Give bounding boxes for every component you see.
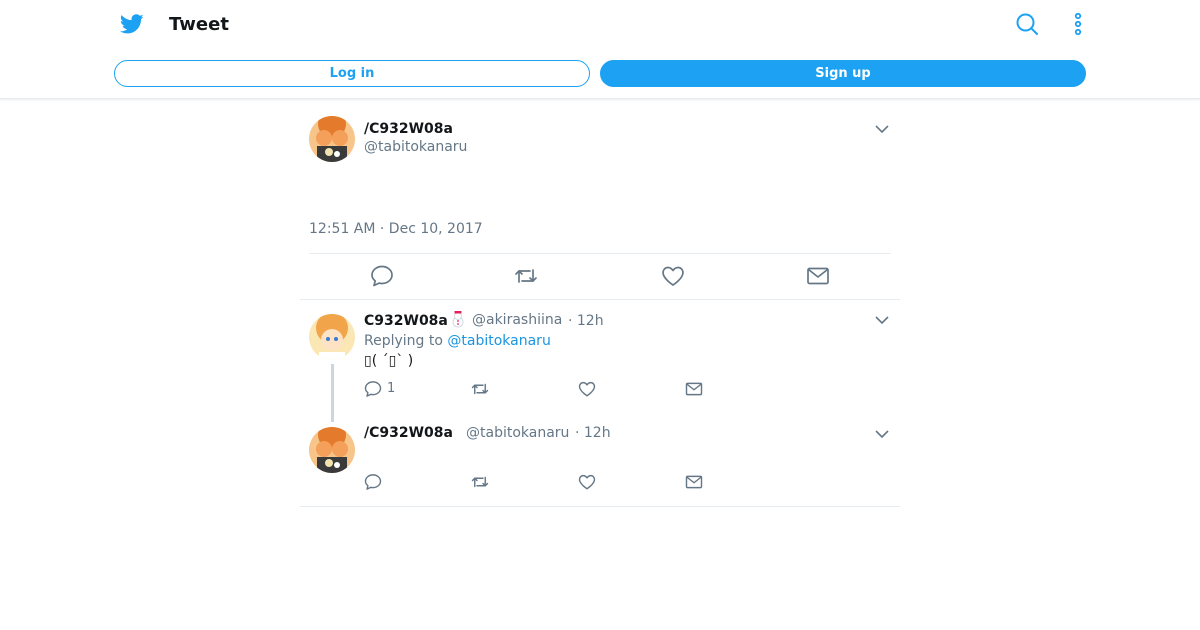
top-bar: Tweet Log in Sign up	[0, 0, 1200, 99]
avatar[interactable]	[309, 314, 355, 360]
divider	[300, 506, 900, 507]
tweet-time[interactable]: · 12h	[575, 424, 611, 442]
divider	[300, 299, 900, 300]
avatar[interactable]	[309, 427, 355, 473]
chevron-down-icon[interactable]	[874, 426, 890, 442]
display-name[interactable]: C932W08a	[364, 312, 448, 330]
like-icon[interactable]	[578, 473, 596, 491]
display-name[interactable]: /C932W08a	[364, 424, 453, 442]
retweet-icon[interactable]	[514, 264, 538, 288]
display-name[interactable]: /C932W08a	[364, 120, 453, 138]
retweet-icon[interactable]	[471, 380, 489, 398]
message-icon[interactable]	[806, 264, 830, 288]
reply-icon[interactable]	[370, 264, 394, 288]
reply-icon[interactable]	[364, 473, 382, 491]
chevron-down-icon[interactable]	[874, 121, 890, 137]
replying-to: Replying to @tabitokanaru	[364, 332, 551, 350]
chevron-down-icon[interactable]	[874, 312, 890, 328]
user-handle[interactable]: @tabitokanaru	[466, 424, 569, 442]
tweet-timestamp[interactable]: 12:51 AM · Dec 10, 2017	[309, 220, 483, 238]
sign-up-button[interactable]: Sign up	[600, 60, 1086, 87]
thread-line	[331, 364, 334, 422]
tweet-time[interactable]: · 12h	[568, 312, 604, 330]
like-icon[interactable]	[661, 264, 685, 288]
like-icon[interactable]	[578, 380, 596, 398]
retweet-icon[interactable]	[471, 473, 489, 491]
more-vertical-icon[interactable]	[1066, 12, 1090, 36]
divider	[309, 253, 891, 254]
user-handle[interactable]: @tabitokanaru	[364, 138, 467, 156]
twitter-bird-icon[interactable]	[120, 12, 144, 36]
page-title: Tweet	[169, 14, 229, 35]
replying-prefix: Replying to	[364, 333, 443, 349]
avatar[interactable]	[309, 116, 355, 162]
log-in-button[interactable]: Log in	[114, 60, 590, 87]
reply-count: 1	[387, 381, 396, 396]
message-icon[interactable]	[685, 473, 703, 491]
search-icon[interactable]	[1015, 12, 1039, 36]
user-handle[interactable]: @akirashiina	[472, 311, 562, 329]
tweet-text: ▯( ´▯` )	[364, 353, 414, 369]
replying-to-link[interactable]: @tabitokanaru	[447, 333, 550, 349]
reply-icon[interactable]	[364, 380, 382, 398]
message-icon[interactable]	[685, 380, 703, 398]
snowman-emoji-icon	[452, 311, 464, 328]
